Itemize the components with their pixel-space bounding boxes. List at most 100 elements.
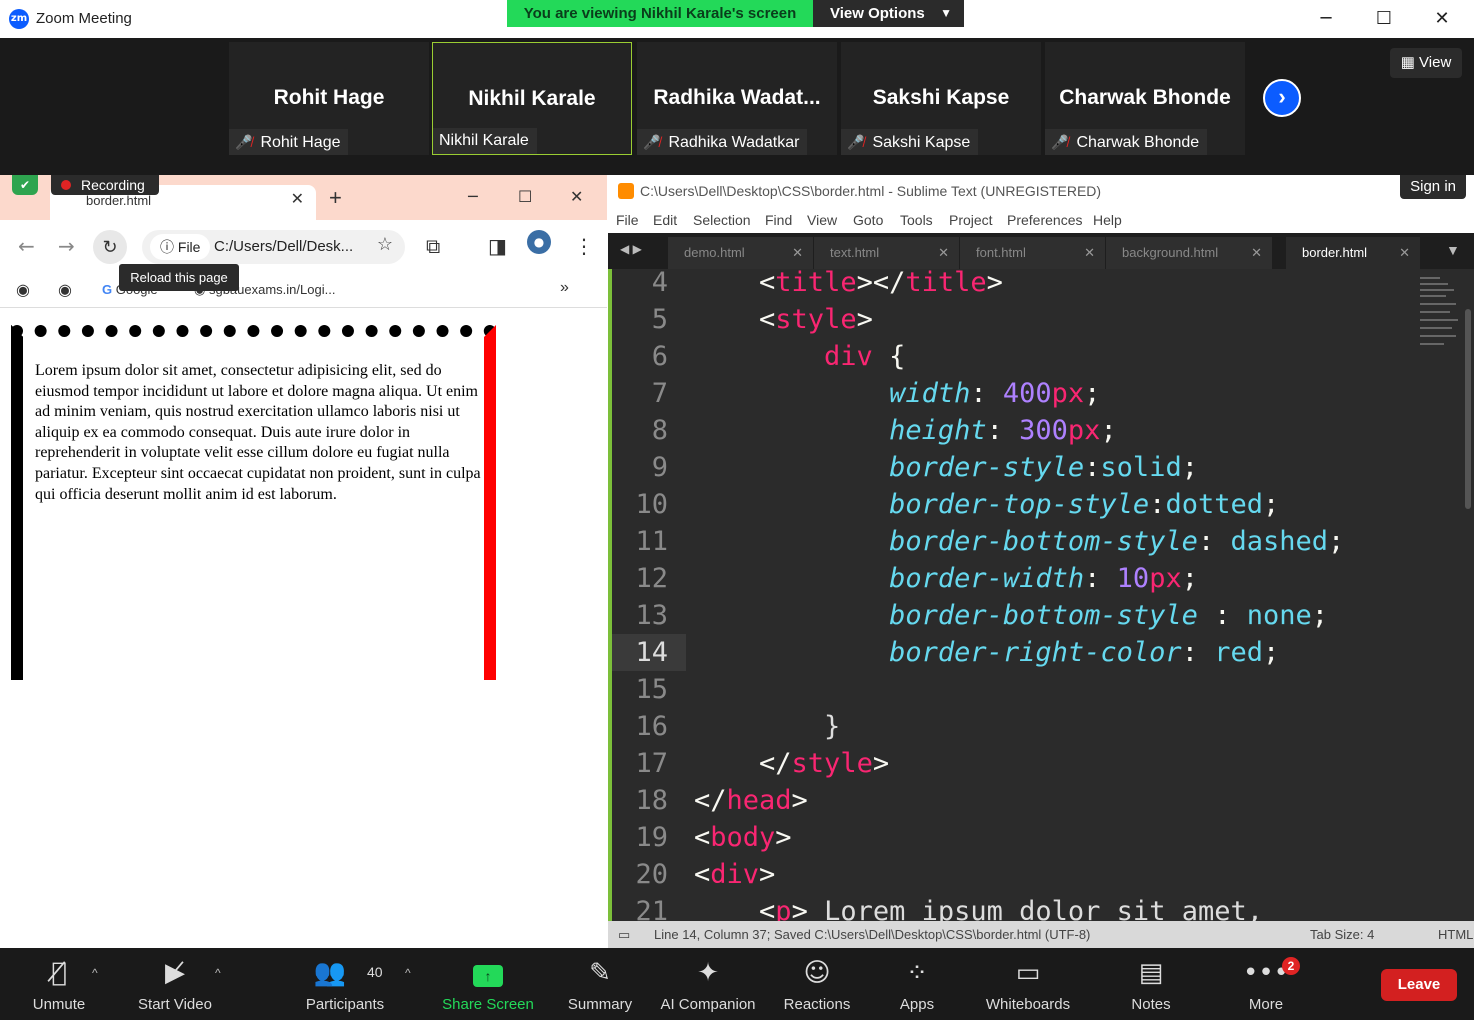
file-chip[interactable]: ⓘ File bbox=[150, 234, 211, 260]
menu-help[interactable]: Help bbox=[1093, 212, 1122, 228]
editor-tab[interactable]: text.html ✕ bbox=[814, 237, 959, 269]
notes-icon: ▤ bbox=[1138, 958, 1164, 988]
code-editor[interactable]: 21 <p> Lorem ipsum dolor sit amet, 20 <div… bbox=[608, 269, 1474, 921]
tab-dropdown-icon[interactable]: ▼ bbox=[1446, 242, 1460, 258]
code-line[interactable]: 15 bbox=[612, 671, 1472, 708]
code-line[interactable]: 5 <style> bbox=[612, 301, 1472, 338]
tab-nav-icon[interactable]: ◀ ▶ bbox=[620, 242, 642, 256]
code-line[interactable]: 9 border-style:solid; bbox=[612, 449, 1472, 486]
reload-icon[interactable]: ↻ bbox=[93, 230, 127, 264]
participant-tile[interactable]: Charwak Bhonde 🎤̸ Charwak Bhonde bbox=[1045, 42, 1245, 155]
share-screen-button[interactable]: ↑ Share Screen bbox=[440, 948, 536, 1020]
chevron-up-icon[interactable]: ^ bbox=[92, 966, 98, 980]
code-line[interactable]: 12 border-width: 10px; bbox=[612, 560, 1472, 597]
editor-tab[interactable]: background.html ✕ bbox=[1106, 237, 1272, 269]
chevron-up-icon[interactable]: ^ bbox=[215, 966, 221, 980]
tab-close-icon[interactable]: ✕ bbox=[938, 237, 949, 269]
notes-button[interactable]: ▤ Notes bbox=[1118, 948, 1184, 1020]
whiteboards-button[interactable]: ▭ Whiteboards bbox=[980, 948, 1076, 1020]
tab-close-icon[interactable]: ✕ bbox=[792, 237, 803, 269]
extensions-icon[interactable]: ⧉ bbox=[426, 234, 440, 258]
forward-icon[interactable]: → bbox=[58, 234, 75, 258]
participant-tile[interactable]: Sakshi Kapse 🎤̸ Sakshi Kapse bbox=[841, 42, 1041, 155]
tab-close-icon[interactable]: ✕ bbox=[291, 189, 304, 209]
code-line[interactable]: 16 } bbox=[612, 708, 1472, 745]
code-line[interactable]: 10 border-top-style:dotted; bbox=[612, 486, 1472, 523]
minimize-icon[interactable]: ─ bbox=[468, 187, 478, 206]
close-icon[interactable]: ✕ bbox=[570, 187, 583, 206]
code-line[interactable]: 8 height: 300px; bbox=[612, 412, 1472, 449]
status-tab-size[interactable]: Tab Size: 4 bbox=[1310, 921, 1374, 948]
menu-preferences[interactable]: Preferences bbox=[1007, 212, 1082, 228]
globe-icon[interactable]: ◉ bbox=[58, 280, 72, 300]
menu-view[interactable]: View bbox=[807, 212, 837, 228]
code-line[interactable]: 17 </style> bbox=[612, 745, 1472, 782]
mic-muted-icon: 🎤̸ bbox=[235, 134, 253, 150]
editor-tab-active[interactable]: border.html ✕ bbox=[1286, 237, 1420, 269]
code-line[interactable]: 14 border-right-color: red; bbox=[612, 634, 1472, 671]
code-line[interactable]: 21 <p> Lorem ipsum dolor sit amet, bbox=[612, 893, 1472, 921]
code-line[interactable]: 18 </head> bbox=[612, 782, 1472, 819]
reactions-button[interactable]: ☺ Reactions bbox=[780, 948, 854, 1020]
participant-footer-name: Sakshi Kapse bbox=[872, 134, 971, 151]
code-line[interactable]: 20 <div> bbox=[612, 856, 1472, 893]
chevron-down-icon: ▼ bbox=[940, 6, 952, 20]
profile-avatar[interactable]: ● bbox=[527, 230, 551, 254]
code-line[interactable]: 13 border-bottom-style : none; bbox=[612, 597, 1472, 634]
menu-tools[interactable]: Tools bbox=[900, 212, 933, 228]
code-line[interactable]: 4 <title></title> bbox=[612, 269, 1472, 301]
menu-goto[interactable]: Goto bbox=[853, 212, 883, 228]
participant-tile[interactable]: Rohit Hage 🎤̸ Rohit Hage bbox=[229, 42, 429, 155]
scrollbar[interactable] bbox=[1465, 309, 1471, 509]
address-bar[interactable]: ⓘ File C:/Users/Dell/Desk... ☆ bbox=[142, 230, 405, 264]
close-icon[interactable]: ✕ bbox=[1422, 6, 1462, 32]
participants-button[interactable]: 👥 Participants bbox=[300, 948, 390, 1020]
side-panel-icon[interactable]: ◨ bbox=[488, 234, 507, 258]
minimap[interactable] bbox=[1420, 273, 1460, 363]
tab-close-icon[interactable]: ✕ bbox=[1251, 237, 1262, 269]
code-line[interactable]: 11 border-bottom-style: dashed; bbox=[612, 523, 1472, 560]
more-bookmarks-icon[interactable]: » bbox=[560, 279, 569, 297]
status-syntax[interactable]: HTML bbox=[1438, 921, 1474, 948]
menu-file[interactable]: File bbox=[616, 212, 639, 228]
gallery-view-button[interactable]: ▦ View bbox=[1390, 48, 1462, 78]
more-badge: 2 bbox=[1282, 957, 1300, 975]
code-line[interactable]: 7 width: 400px; bbox=[612, 375, 1472, 412]
view-options-button[interactable]: View Options ▼ bbox=[813, 0, 964, 27]
code-text: } bbox=[694, 711, 841, 742]
code-line[interactable]: 19 <body> bbox=[612, 819, 1472, 856]
editor-menu-bar: File Edit Selection Find View Goto Tools… bbox=[608, 207, 1474, 233]
minimize-icon[interactable]: ─ bbox=[1306, 6, 1346, 32]
new-tab-icon[interactable]: + bbox=[329, 185, 342, 211]
menu-edit[interactable]: Edit bbox=[653, 212, 677, 228]
leave-button[interactable]: Leave bbox=[1381, 969, 1457, 1001]
back-icon[interactable]: ← bbox=[18, 234, 35, 258]
menu-selection[interactable]: Selection bbox=[693, 212, 751, 228]
ai-companion-button[interactable]: ✦ AI Companion bbox=[656, 948, 760, 1020]
participant-tile-active[interactable]: Nikhil Karale Nikhil Karale bbox=[432, 42, 632, 155]
maximize-icon[interactable]: ☐ bbox=[518, 187, 532, 206]
unmute-button[interactable]: 🎙̸ Unmute bbox=[18, 948, 100, 1020]
tab-close-icon[interactable]: ✕ bbox=[1399, 237, 1410, 269]
reactions-label: Reactions bbox=[783, 996, 851, 1013]
maximize-icon[interactable]: ☐ bbox=[1364, 6, 1404, 32]
star-icon[interactable]: ☆ bbox=[377, 234, 393, 255]
summary-button[interactable]: ✎ Summary bbox=[560, 948, 640, 1020]
globe-icon[interactable]: ◉ bbox=[16, 280, 30, 300]
next-page-icon[interactable]: › bbox=[1263, 79, 1301, 117]
menu-find[interactable]: Find bbox=[765, 212, 792, 228]
sign-in-button[interactable]: Sign in bbox=[1400, 175, 1466, 199]
tab-close-icon[interactable]: ✕ bbox=[1084, 237, 1095, 269]
menu-icon[interactable]: ⋮ bbox=[574, 234, 594, 258]
panel-icon[interactable]: ▭ bbox=[618, 921, 638, 948]
menu-project[interactable]: Project bbox=[949, 212, 993, 228]
participant-tile[interactable]: Radhika Wadat... 🎤̸ Radhika Wadatkar bbox=[637, 42, 837, 155]
start-video-button[interactable]: ▶̸ Start Video bbox=[130, 948, 220, 1020]
editor-tab[interactable]: demo.html ✕ bbox=[668, 237, 813, 269]
apps-button[interactable]: ⁘ Apps bbox=[886, 948, 948, 1020]
chevron-up-icon[interactable]: ^ bbox=[405, 966, 411, 980]
google-icon: G bbox=[102, 282, 116, 297]
editor-tab[interactable]: font.html ✕ bbox=[960, 237, 1105, 269]
line-number: 5 bbox=[651, 304, 668, 335]
code-line[interactable]: 6 div { bbox=[612, 338, 1472, 375]
